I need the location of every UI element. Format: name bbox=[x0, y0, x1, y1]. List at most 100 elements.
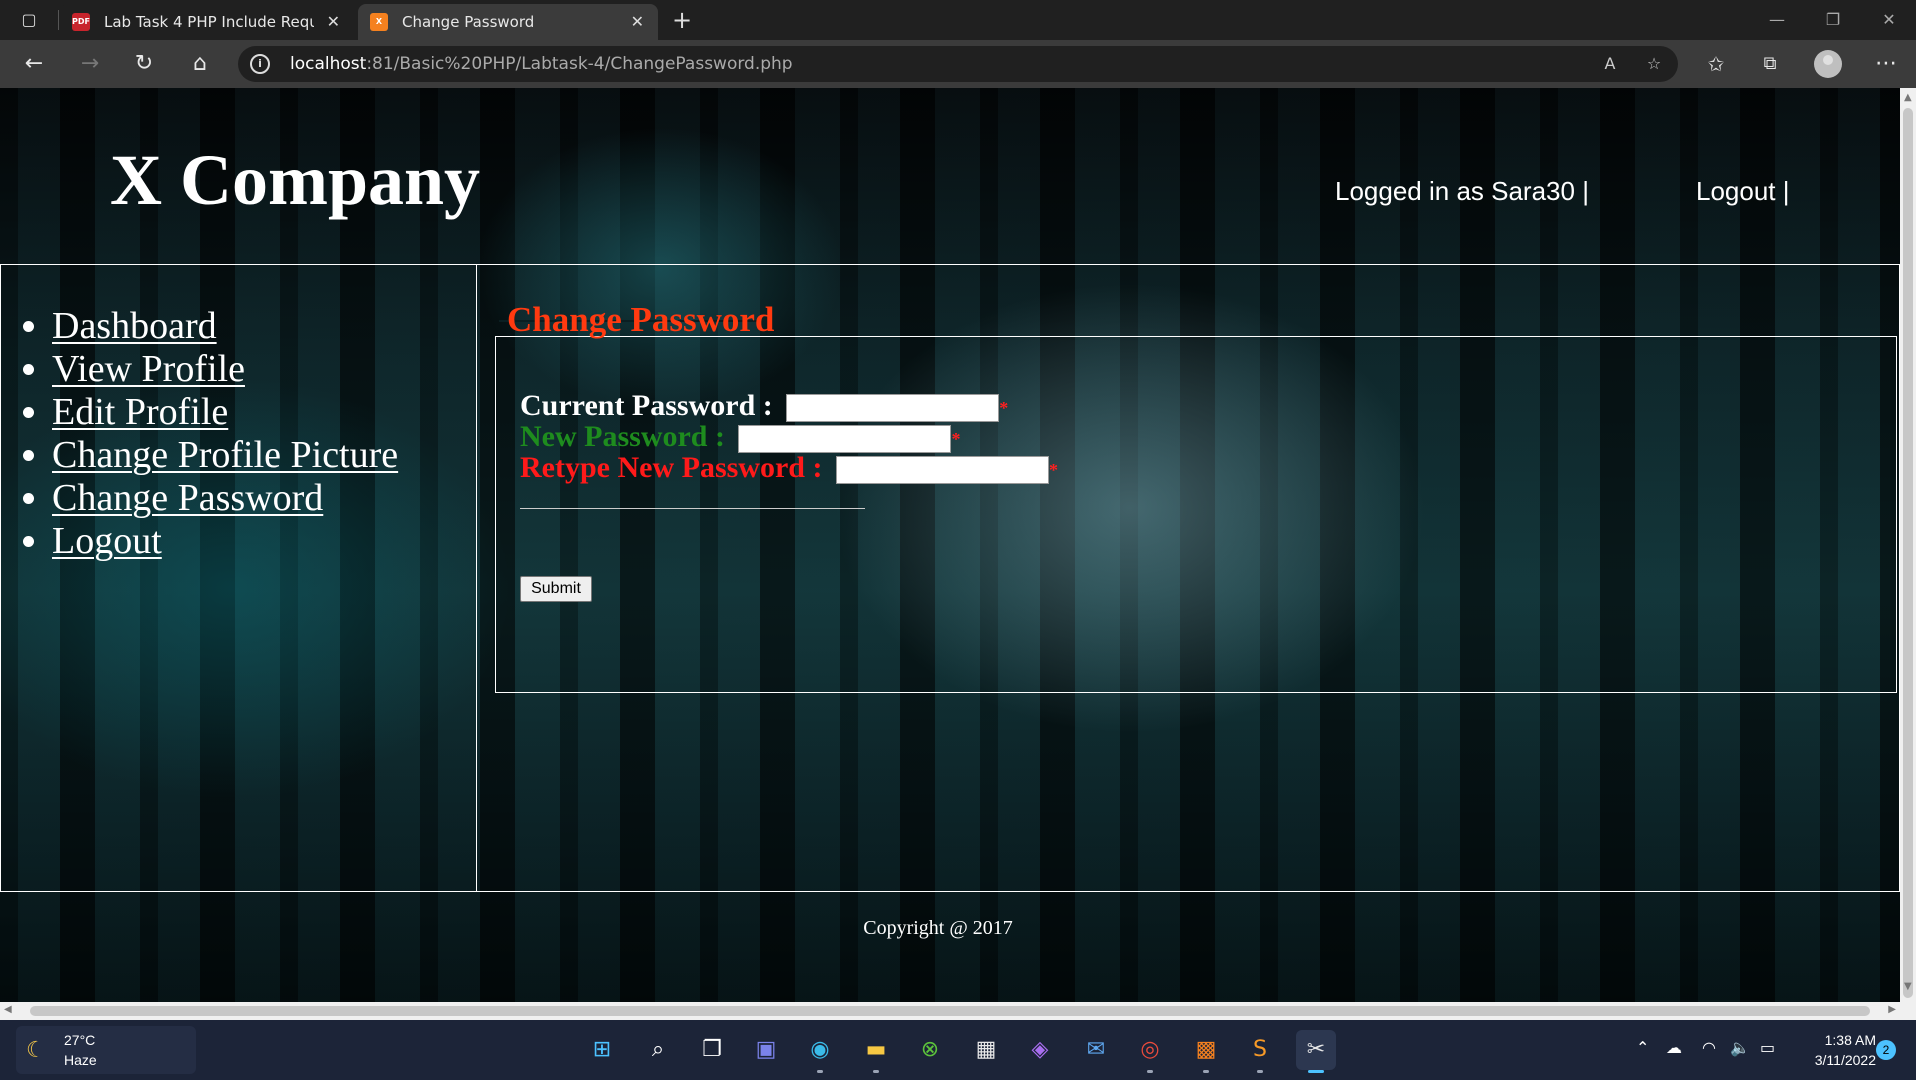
url-host: localhost bbox=[290, 54, 367, 74]
tab-title: Lab Task 4 PHP Include Require w bbox=[104, 13, 314, 31]
address-bar[interactable]: i localhost:81/Basic%20PHP/Labtask-4/Cha… bbox=[238, 46, 1678, 82]
mail-icon[interactable]: ✉ bbox=[1076, 1030, 1116, 1070]
collections-icon[interactable]: ⧉ bbox=[1752, 48, 1788, 80]
required-mark: * bbox=[951, 429, 961, 449]
sidebar-item-edit-profile: Edit Profile bbox=[23, 391, 398, 434]
sidebar-nav: Dashboard View Profile Edit Profile Chan… bbox=[0, 264, 477, 892]
tab-separator bbox=[58, 10, 59, 30]
file-explorer-icon[interactable]: ▬ bbox=[856, 1030, 896, 1073]
restore-button[interactable]: ❐ bbox=[1810, 6, 1856, 34]
scroll-up-icon[interactable]: ▲ bbox=[1904, 92, 1912, 103]
volume-icon[interactable]: 🔈 bbox=[1730, 1038, 1750, 1057]
chat-icon[interactable]: ▣ bbox=[746, 1030, 786, 1070]
xampp-icon: X bbox=[370, 13, 388, 31]
tab-change-password[interactable]: X Change Password ✕ bbox=[358, 4, 658, 40]
notification-badge[interactable]: 2 bbox=[1876, 1040, 1896, 1060]
sidebar-item-change-picture: Change Profile Picture bbox=[23, 434, 398, 477]
new-password-input[interactable] bbox=[738, 425, 952, 454]
current-password-row: Current Password : * bbox=[520, 389, 1008, 423]
profile-avatar[interactable] bbox=[1814, 50, 1842, 78]
logged-in-label: Logged in as Sara30 | bbox=[1335, 176, 1589, 206]
onedrive-icon[interactable]: ☁ bbox=[1666, 1038, 1682, 1057]
sidebar-item-change-password: Change Password bbox=[23, 477, 398, 520]
weather-widget[interactable]: ☾ 27°C Haze bbox=[16, 1026, 196, 1074]
horizontal-scroll-thumb[interactable] bbox=[30, 1006, 1870, 1016]
form-divider bbox=[520, 508, 865, 509]
read-aloud-icon[interactable]: A bbox=[1596, 52, 1624, 76]
start-icon[interactable]: ⊞ bbox=[582, 1030, 622, 1070]
site-header: X Company Logged in as Sara30 | Logout | bbox=[0, 88, 1900, 265]
sidebar-item-view-profile: View Profile bbox=[23, 348, 398, 391]
horizontal-scrollbar[interactable]: ◀ ▶ bbox=[0, 1002, 1900, 1020]
copyright-text: Copyright @ 2017 bbox=[863, 917, 1013, 939]
new-password-label: New Password : bbox=[520, 420, 725, 453]
running-indicator bbox=[873, 1070, 879, 1073]
retype-password-input[interactable] bbox=[835, 456, 1049, 485]
chrome-icon[interactable]: ◎ bbox=[1130, 1030, 1170, 1073]
new-tab-button[interactable]: + bbox=[668, 6, 696, 34]
edit-profile-link[interactable]: Edit Profile bbox=[52, 391, 228, 433]
tab-title: Change Password bbox=[402, 13, 535, 31]
forward-button[interactable]: → bbox=[72, 48, 108, 80]
home-button[interactable]: ⌂ bbox=[182, 48, 218, 80]
taskbar: ☾ 27°C Haze ⊞ ⌕ ❐ ▣ ◉ ▬ ⊗ ▦ ◈ ✉ ◎ ▩ S ✂ … bbox=[0, 1020, 1916, 1080]
sidebar-list: Dashboard View Profile Edit Profile Chan… bbox=[23, 305, 398, 563]
main-content: Change Password Current Password : * New… bbox=[476, 264, 1900, 892]
site-brand: X Company bbox=[110, 140, 481, 220]
submit-button[interactable]: Submit bbox=[520, 576, 592, 602]
edge-icon[interactable]: ◉ bbox=[800, 1030, 840, 1073]
view-profile-link[interactable]: View Profile bbox=[52, 348, 245, 390]
photos-icon[interactable]: ◈ bbox=[1020, 1030, 1060, 1070]
info-icon[interactable]: i bbox=[250, 54, 270, 74]
vertical-scrollbar[interactable]: ▲ ▼ bbox=[1900, 88, 1916, 1020]
required-mark: * bbox=[999, 398, 1009, 418]
change-profile-picture-link[interactable]: Change Profile Picture bbox=[52, 434, 398, 476]
browser-tab-strip: ▢ PDF Lab Task 4 PHP Include Require w ✕… bbox=[0, 0, 1916, 40]
running-indicator bbox=[1147, 1070, 1153, 1073]
sublime-text-icon[interactable]: S bbox=[1240, 1030, 1280, 1073]
moon-icon: ☾ bbox=[26, 1038, 46, 1063]
wifi-icon[interactable]: ◠ bbox=[1702, 1038, 1716, 1057]
running-indicator bbox=[817, 1070, 823, 1073]
fieldset-legend: Change Password bbox=[507, 300, 775, 339]
close-window-button[interactable]: ✕ bbox=[1866, 6, 1912, 34]
refresh-button[interactable]: ↻ bbox=[126, 48, 162, 80]
system-clock[interactable]: 1:38 AM 3/11/2022 bbox=[1796, 1030, 1876, 1070]
weather-condition: Haze bbox=[64, 1052, 97, 1068]
favorites-icon[interactable]: ✩ bbox=[1698, 48, 1734, 80]
store-icon[interactable]: ▦ bbox=[966, 1030, 1006, 1070]
tab-actions-icon[interactable]: ▢ bbox=[14, 8, 44, 32]
site-footer: Copyright @ 2017 bbox=[0, 892, 1900, 1002]
url-text[interactable]: localhost:81/Basic%20PHP/Labtask-4/Chang… bbox=[290, 46, 793, 82]
back-button[interactable]: ← bbox=[16, 48, 52, 80]
battery-icon[interactable]: ▭ bbox=[1760, 1038, 1775, 1057]
header-logout-link[interactable]: Logout | bbox=[1696, 176, 1790, 207]
retype-password-label: Retype New Password : bbox=[520, 451, 823, 484]
running-indicator bbox=[1308, 1070, 1324, 1073]
vertical-scroll-thumb[interactable] bbox=[1903, 108, 1913, 998]
tab-lab-task[interactable]: PDF Lab Task 4 PHP Include Require w ✕ bbox=[60, 4, 354, 40]
close-icon[interactable]: ✕ bbox=[327, 4, 340, 40]
task-view-icon[interactable]: ❐ bbox=[692, 1030, 732, 1070]
url-path: :81/Basic%20PHP/Labtask-4/ChangePassword… bbox=[366, 54, 793, 74]
current-password-input[interactable] bbox=[786, 394, 1000, 423]
snipping-tool-icon[interactable]: ✂ bbox=[1296, 1030, 1336, 1073]
xampp-taskbar-icon[interactable]: ▩ bbox=[1186, 1030, 1226, 1073]
minimize-button[interactable]: — bbox=[1754, 6, 1800, 34]
close-icon[interactable]: ✕ bbox=[631, 4, 644, 40]
dashboard-link[interactable]: Dashboard bbox=[52, 305, 217, 347]
add-favorite-icon[interactable]: ☆ bbox=[1640, 52, 1668, 76]
scroll-down-icon[interactable]: ▼ bbox=[1904, 981, 1912, 992]
new-password-row: New Password : * bbox=[520, 420, 960, 454]
search-icon[interactable]: ⌕ bbox=[638, 1030, 678, 1070]
xbox-icon[interactable]: ⊗ bbox=[910, 1030, 950, 1070]
running-indicator bbox=[1203, 1070, 1209, 1073]
logout-link[interactable]: Logout bbox=[52, 520, 162, 562]
clock-date: 3/11/2022 bbox=[1814, 1052, 1876, 1068]
scroll-left-icon[interactable]: ◀ bbox=[4, 1004, 12, 1015]
running-indicator bbox=[1257, 1070, 1263, 1073]
more-icon[interactable]: ⋯ bbox=[1868, 48, 1904, 80]
chevron-up-icon[interactable]: ⌃ bbox=[1636, 1038, 1649, 1057]
scroll-right-icon[interactable]: ▶ bbox=[1888, 1004, 1896, 1015]
change-password-link[interactable]: Change Password bbox=[52, 477, 323, 519]
